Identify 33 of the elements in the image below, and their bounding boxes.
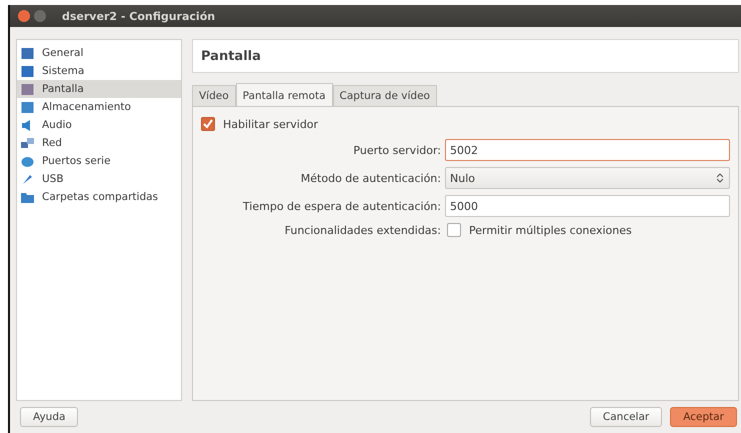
field-label: Método de autenticación: <box>300 172 441 184</box>
network-icon <box>21 136 34 150</box>
dropdown[interactable]: Nulo <box>445 167 730 189</box>
spinner-arrows-icon <box>717 173 723 183</box>
sidebar-item[interactable]: Almacenamiento <box>17 98 181 116</box>
input-field[interactable]: 5000 <box>445 195 730 217</box>
sidebar-item[interactable]: Carpetas compartidas <box>17 188 181 206</box>
dialog-button[interactable]: Cancelar <box>590 407 662 427</box>
input-field[interactable]: 5002 <box>445 139 730 161</box>
checkbox[interactable] <box>201 117 215 131</box>
page-title: Pantalla <box>201 48 261 64</box>
field-label: Tiempo de espera de autenticación: <box>242 200 441 212</box>
field-label: Puerto servidor: <box>352 144 441 156</box>
sidebar-item[interactable]: Sistema <box>17 62 181 80</box>
checkbox-label: Habilitar servidor <box>223 118 318 130</box>
tab[interactable]: Captura de vídeo <box>332 85 437 106</box>
sidebar-item[interactable]: General <box>17 44 181 62</box>
dialog-button[interactable]: Ayuda <box>20 407 78 427</box>
dialog-button[interactable]: Aceptar <box>670 407 737 427</box>
checkbox[interactable] <box>447 223 461 237</box>
window-title: dserver2 - Configuración <box>62 10 216 22</box>
close-icon[interactable] <box>18 10 30 22</box>
tab[interactable]: Pantalla remota <box>236 83 333 106</box>
sidebar-item[interactable]: Audio <box>17 116 181 134</box>
sidebar-item[interactable]: Pantalla <box>17 80 181 98</box>
sidebar-item[interactable]: Puertos serie <box>17 152 181 170</box>
field-label: Funcionalidades extendidas: <box>284 224 441 236</box>
minimize-icon[interactable] <box>34 10 46 22</box>
tab[interactable]: Vídeo <box>192 85 236 106</box>
folder-icon <box>21 190 34 204</box>
sidebar-item[interactable]: USB <box>17 170 181 188</box>
sidebar-item[interactable]: Red <box>17 134 181 152</box>
checkbox-label: Permitir múltiples conexiones <box>469 224 632 236</box>
